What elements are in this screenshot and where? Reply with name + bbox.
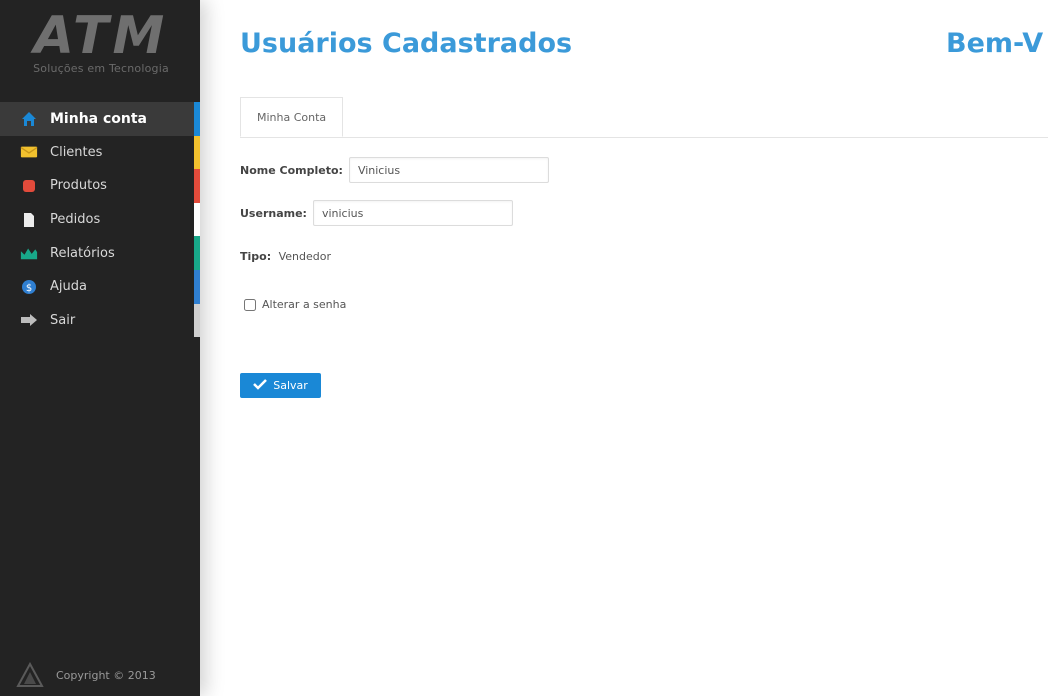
svg-text:$: $ — [26, 283, 32, 294]
save-button[interactable]: Salvar — [240, 373, 321, 398]
sidebar-item-label: Minha conta — [50, 110, 148, 127]
type-value: Vendedor — [278, 250, 332, 263]
tab-bar: Minha Conta — [240, 97, 1048, 138]
sidebar-item-stripe — [194, 202, 200, 237]
sidebar: ATM Soluções em Tecnologia Minha conta C… — [0, 0, 200, 696]
sidebar-item-ajuda[interactable]: $ Ajuda — [0, 269, 200, 304]
sidebar-item-label: Ajuda — [50, 279, 87, 295]
tab-minha-conta[interactable]: Minha Conta — [240, 97, 344, 137]
change-password-checkbox[interactable] — [244, 298, 256, 311]
logo: ATM Soluções em Tecnologia — [20, 8, 182, 84]
change-password-row: Alterar a senha — [244, 298, 346, 311]
sidebar-item-stripe — [194, 135, 200, 170]
page-title: Usuários Cadastrados — [240, 28, 573, 59]
sidebar-item-stripe — [194, 102, 200, 136]
sidebar-item-label: Clientes — [50, 144, 103, 160]
type-row: Tipo: Vendedor — [240, 250, 331, 263]
sidebar-item-stripe — [194, 303, 200, 338]
sidebar-item-label: Produtos — [50, 178, 107, 194]
sidebar-item-stripe — [194, 236, 200, 270]
full-name-label: Nome Completo: — [240, 163, 343, 177]
copyright-text: Copyright © 2013 — [56, 668, 156, 682]
username-label: Username: — [240, 206, 307, 220]
clients-icon — [20, 143, 38, 161]
home-icon — [20, 110, 38, 128]
logout-icon — [20, 311, 38, 329]
sidebar-item-label: Relatórios — [50, 245, 115, 261]
sidebar-item-pedidos[interactable]: Pedidos — [0, 202, 200, 237]
help-icon: $ — [20, 278, 38, 296]
type-label: Tipo: — [240, 250, 272, 263]
sidebar-item-label: Pedidos — [50, 212, 101, 228]
change-password-label: Alterar a senha — [262, 298, 347, 311]
full-name-input[interactable] — [348, 157, 549, 183]
products-icon — [20, 177, 38, 195]
sidebar-nav: Minha conta Clientes Produtos Pedidos Re… — [0, 102, 200, 338]
orders-icon — [20, 211, 38, 229]
sidebar-item-sair[interactable]: Sair — [0, 303, 200, 338]
sidebar-item-label: Sair — [50, 312, 76, 328]
sidebar-item-produtos[interactable]: Produtos — [0, 169, 200, 203]
sidebar-item-stripe — [194, 269, 200, 304]
sidebar-item-minha-conta[interactable]: Minha conta — [0, 102, 200, 136]
check-icon — [253, 378, 268, 393]
main-content: Usuários Cadastrados Bem-V Minha Conta N… — [240, 0, 1048, 696]
save-button-label: Salvar — [273, 379, 308, 392]
full-name-row: Nome Completo: — [240, 157, 549, 183]
logo-subtitle: Soluções em Tecnologia — [33, 62, 169, 75]
reports-icon — [20, 244, 38, 262]
logo-mark: ATM — [33, 6, 169, 66]
username-row: Username: — [240, 200, 513, 226]
sidebar-item-stripe — [194, 169, 200, 203]
welcome-text: Bem-V — [946, 28, 1044, 59]
copyright: Copyright © 2013 — [16, 661, 156, 688]
sidebar-item-relatorios[interactable]: Relatórios — [0, 236, 200, 270]
sidebar-item-clientes[interactable]: Clientes — [0, 135, 200, 170]
triangle-logo-icon — [16, 661, 44, 688]
username-input[interactable] — [312, 200, 513, 226]
